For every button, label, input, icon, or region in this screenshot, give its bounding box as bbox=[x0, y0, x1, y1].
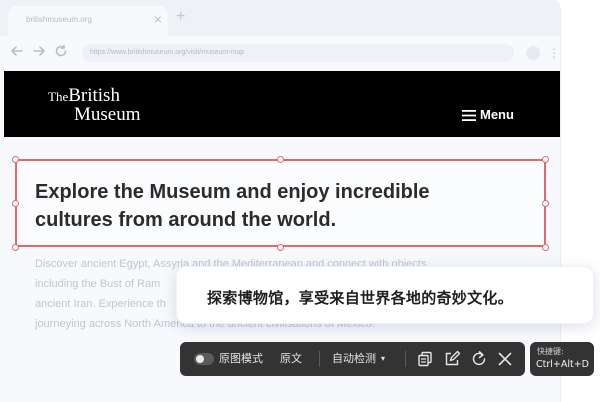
forward-arrow-icon[interactable] bbox=[32, 44, 48, 60]
chevron-down-icon: ▾ bbox=[381, 354, 386, 363]
resize-handle-bottom[interactable] bbox=[277, 244, 284, 251]
logo-prefix: The bbox=[48, 89, 69, 104]
toolbar-divider bbox=[405, 351, 406, 367]
menu-button[interactable]: Menu bbox=[462, 107, 514, 122]
translated-text: 探索博物馆，享受来自世界各地的奇妙文化。 bbox=[207, 289, 514, 307]
original-mode-label[interactable]: 原图模式 bbox=[219, 351, 263, 367]
more-menu-icon[interactable]: ⋮ bbox=[548, 46, 560, 60]
back-arrow-icon[interactable] bbox=[10, 44, 26, 60]
auto-detect-label: 自动检测 bbox=[332, 352, 376, 365]
original-mode-toggle[interactable] bbox=[194, 353, 214, 365]
shortcut-title: 快捷键: bbox=[537, 347, 564, 356]
resize-handle-top[interactable] bbox=[277, 156, 284, 163]
tab-bar: britishmuseum.org × + bbox=[0, 0, 560, 36]
navigation-bar: https://www.britishmuseum.org/visit/muse… bbox=[0, 36, 560, 70]
reload-icon[interactable] bbox=[54, 44, 70, 60]
refresh-icon[interactable] bbox=[470, 350, 488, 368]
tab-title: britishmuseum.org bbox=[26, 15, 92, 24]
site-header: TheBritish Museum Menu bbox=[4, 71, 560, 137]
source-text-button[interactable]: 原文 bbox=[280, 351, 302, 367]
browser-tab[interactable]: britishmuseum.org × bbox=[8, 6, 168, 36]
profile-avatar[interactable] bbox=[526, 46, 540, 60]
toolbar-divider bbox=[319, 351, 320, 367]
resize-handle-bottom-right[interactable] bbox=[542, 244, 549, 251]
close-icon[interactable] bbox=[496, 350, 514, 368]
close-tab-icon[interactable]: × bbox=[154, 10, 162, 28]
british-museum-logo[interactable]: TheBritish Museum bbox=[48, 85, 141, 125]
new-tab-icon[interactable]: + bbox=[176, 9, 185, 25]
page-headline: Explore the Museum and enjoy incredible … bbox=[35, 181, 430, 231]
resize-handle-top-left[interactable] bbox=[12, 156, 19, 163]
logo-word-museum: Museum bbox=[74, 104, 141, 125]
edit-icon[interactable] bbox=[443, 350, 461, 368]
copy-icon[interactable] bbox=[416, 350, 434, 368]
address-bar[interactable]: https://www.britishmuseum.org/visit/muse… bbox=[82, 44, 514, 62]
resize-handle-bottom-left[interactable] bbox=[12, 244, 19, 251]
shortcut-hint: 快捷键: Ctrl+Alt+D bbox=[530, 342, 594, 376]
resize-handle-top-right[interactable] bbox=[542, 156, 549, 163]
translation-toolbar: 原图模式 原文 自动检测 ▾ bbox=[180, 342, 525, 376]
menu-label: Menu bbox=[480, 107, 514, 122]
language-select[interactable]: 自动检测 ▾ bbox=[332, 351, 385, 367]
translation-popup: 探索博物馆，享受来自世界各地的奇妙文化。 bbox=[176, 266, 594, 324]
shortcut-keys: Ctrl+Alt+D bbox=[536, 359, 590, 370]
resize-handle-right[interactable] bbox=[542, 200, 549, 207]
hamburger-icon bbox=[462, 110, 476, 121]
logo-word-british: British bbox=[68, 85, 120, 106]
resize-handle-left[interactable] bbox=[12, 200, 19, 207]
